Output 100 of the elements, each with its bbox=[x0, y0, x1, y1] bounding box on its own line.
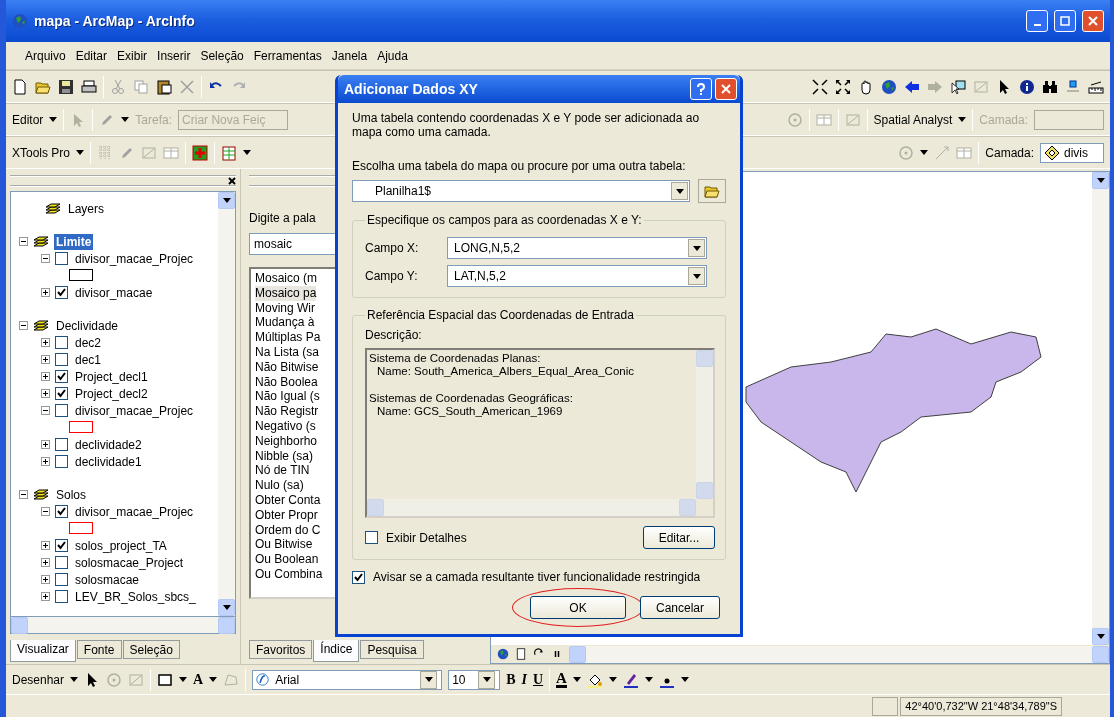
table-select[interactable]: Planilha1$ bbox=[352, 180, 690, 202]
collapse-toggle[interactable] bbox=[41, 507, 50, 516]
tree-item[interactable]: Project_decl1 bbox=[73, 368, 150, 385]
tree-item[interactable]: divisor_macae_Projec bbox=[73, 402, 196, 419]
checkbox[interactable] bbox=[55, 505, 68, 518]
italic-button[interactable]: I bbox=[521, 671, 527, 688]
list-item[interactable]: Negativo (s bbox=[255, 418, 316, 434]
menu-item[interactable]: Ferramentas bbox=[248, 48, 327, 63]
pen-icon[interactable] bbox=[622, 671, 639, 688]
caret-icon[interactable] bbox=[608, 677, 617, 682]
collapse-toggle[interactable] bbox=[19, 490, 28, 499]
checkbox[interactable] bbox=[55, 556, 68, 569]
xtools-menu[interactable]: XTools Pro bbox=[12, 145, 85, 160]
collapse-toggle[interactable] bbox=[19, 321, 28, 330]
expand-toggle[interactable] bbox=[41, 288, 50, 297]
scrollbar[interactable] bbox=[569, 645, 1109, 663]
scrollbar[interactable] bbox=[696, 350, 713, 499]
checkbox[interactable] bbox=[55, 387, 68, 400]
checkbox[interactable] bbox=[55, 370, 68, 383]
caret-icon[interactable] bbox=[680, 677, 689, 682]
list-item[interactable]: Mudança à bbox=[255, 315, 315, 331]
tree-item[interactable]: divisor_macae bbox=[73, 284, 155, 301]
scrollbar[interactable] bbox=[218, 192, 235, 616]
caret-icon[interactable] bbox=[920, 150, 929, 155]
caret-icon[interactable] bbox=[692, 273, 701, 279]
pointer-box-icon[interactable] bbox=[950, 78, 966, 95]
expand-toggle[interactable] bbox=[41, 372, 50, 381]
list-item[interactable]: Moving Wir bbox=[255, 300, 315, 316]
caret-icon[interactable] bbox=[572, 677, 581, 682]
list-item[interactable]: Obter Propr bbox=[255, 507, 318, 523]
menu-item[interactable]: Janela bbox=[326, 48, 373, 63]
checkbox[interactable] bbox=[55, 590, 68, 603]
caret-icon[interactable] bbox=[1096, 634, 1105, 639]
checkbox[interactable] bbox=[55, 404, 68, 417]
dialog-button[interactable]: OK bbox=[530, 596, 626, 619]
caret-icon[interactable] bbox=[49, 117, 58, 122]
tree-item[interactable]: declividade2 bbox=[73, 436, 144, 453]
tree-item[interactable]: solos_project_TA bbox=[73, 537, 169, 554]
tree-item[interactable]: Declividade bbox=[54, 317, 121, 334]
layer-field[interactable]: divis bbox=[1040, 142, 1104, 163]
list-item[interactable]: Na Lista (sa bbox=[255, 345, 320, 360]
expand-toggle[interactable] bbox=[41, 440, 50, 449]
draw-menu[interactable]: Desenhar bbox=[12, 672, 79, 687]
dialog-button[interactable]: Cancelar bbox=[640, 596, 720, 619]
tree-item[interactable]: solosmacae_Project bbox=[73, 554, 186, 571]
table-color-icon[interactable] bbox=[221, 144, 238, 161]
expand-toggle[interactable] bbox=[41, 355, 50, 364]
tree-item[interactable]: Project_decl2 bbox=[73, 385, 150, 402]
caret-icon[interactable] bbox=[209, 677, 218, 682]
list-item[interactable]: Ou Combina bbox=[255, 566, 323, 582]
scrollbar[interactable] bbox=[367, 499, 696, 516]
binoculars-icon[interactable] bbox=[1042, 78, 1058, 95]
arrows-out-icon[interactable] bbox=[835, 78, 851, 95]
checkbox[interactable] bbox=[365, 531, 378, 544]
new-file-icon[interactable] bbox=[12, 78, 28, 95]
menu-item[interactable]: Arquivo bbox=[20, 48, 71, 63]
menu-item[interactable]: Exibir bbox=[112, 48, 153, 63]
caret-icon[interactable] bbox=[692, 245, 701, 251]
tree-item[interactable]: solosmacae bbox=[73, 571, 142, 588]
point-icon[interactable] bbox=[1065, 78, 1081, 95]
caret-icon[interactable] bbox=[644, 677, 653, 682]
layer-field[interactable] bbox=[1034, 109, 1104, 130]
caret-icon[interactable] bbox=[675, 188, 684, 194]
caret-icon[interactable] bbox=[76, 150, 85, 155]
edit-button[interactable]: Editar... bbox=[643, 526, 715, 549]
list-item[interactable]: Nó de TIN bbox=[255, 463, 310, 479]
list-item[interactable]: Não Igual (s bbox=[255, 389, 320, 405]
text-tool[interactable]: A bbox=[193, 671, 204, 688]
caret-icon[interactable] bbox=[482, 677, 491, 682]
tree-item[interactable]: declividade1 bbox=[73, 453, 144, 470]
tree-item[interactable]: divisor_macae_Projec bbox=[73, 250, 196, 267]
printer-icon[interactable] bbox=[81, 78, 97, 95]
underline-button[interactable]: U bbox=[532, 671, 544, 688]
collapse-toggle[interactable] bbox=[41, 406, 50, 415]
list-item[interactable]: Neighborho bbox=[255, 433, 318, 449]
field-select[interactable]: LAT,N,5,2 bbox=[447, 265, 707, 287]
expand-toggle[interactable] bbox=[41, 575, 50, 584]
caret-icon[interactable] bbox=[121, 117, 130, 122]
list-item[interactable]: Não Registr bbox=[255, 404, 319, 419]
menu-item[interactable]: Inserir bbox=[152, 48, 196, 63]
caret-icon[interactable] bbox=[958, 117, 967, 122]
help-button[interactable] bbox=[690, 78, 712, 100]
expand-toggle[interactable] bbox=[41, 389, 50, 398]
collapse-toggle[interactable] bbox=[41, 254, 50, 263]
expand-toggle[interactable] bbox=[41, 457, 50, 466]
caret-icon[interactable] bbox=[424, 677, 433, 682]
tree-item[interactable]: Limite bbox=[54, 233, 94, 250]
page-icon[interactable] bbox=[515, 648, 527, 660]
list-item[interactable]: Não Boolea bbox=[255, 374, 318, 390]
tab[interactable]: Pesquisa bbox=[360, 640, 424, 659]
size-select[interactable]: 10 bbox=[448, 669, 501, 690]
scrollbar[interactable] bbox=[1092, 172, 1109, 645]
menu-item[interactable]: Ajuda bbox=[372, 48, 413, 63]
expand-toggle[interactable] bbox=[41, 338, 50, 347]
tree-item[interactable]: Layers bbox=[66, 200, 107, 217]
caret-icon[interactable] bbox=[243, 150, 252, 155]
globe-icon[interactable] bbox=[881, 78, 897, 95]
menu-item[interactable]: Seleção bbox=[195, 48, 249, 63]
tree-item[interactable]: LEV_BR_Solos_sbcs_ bbox=[73, 588, 198, 605]
list-item[interactable]: Ordem do C bbox=[255, 522, 321, 538]
